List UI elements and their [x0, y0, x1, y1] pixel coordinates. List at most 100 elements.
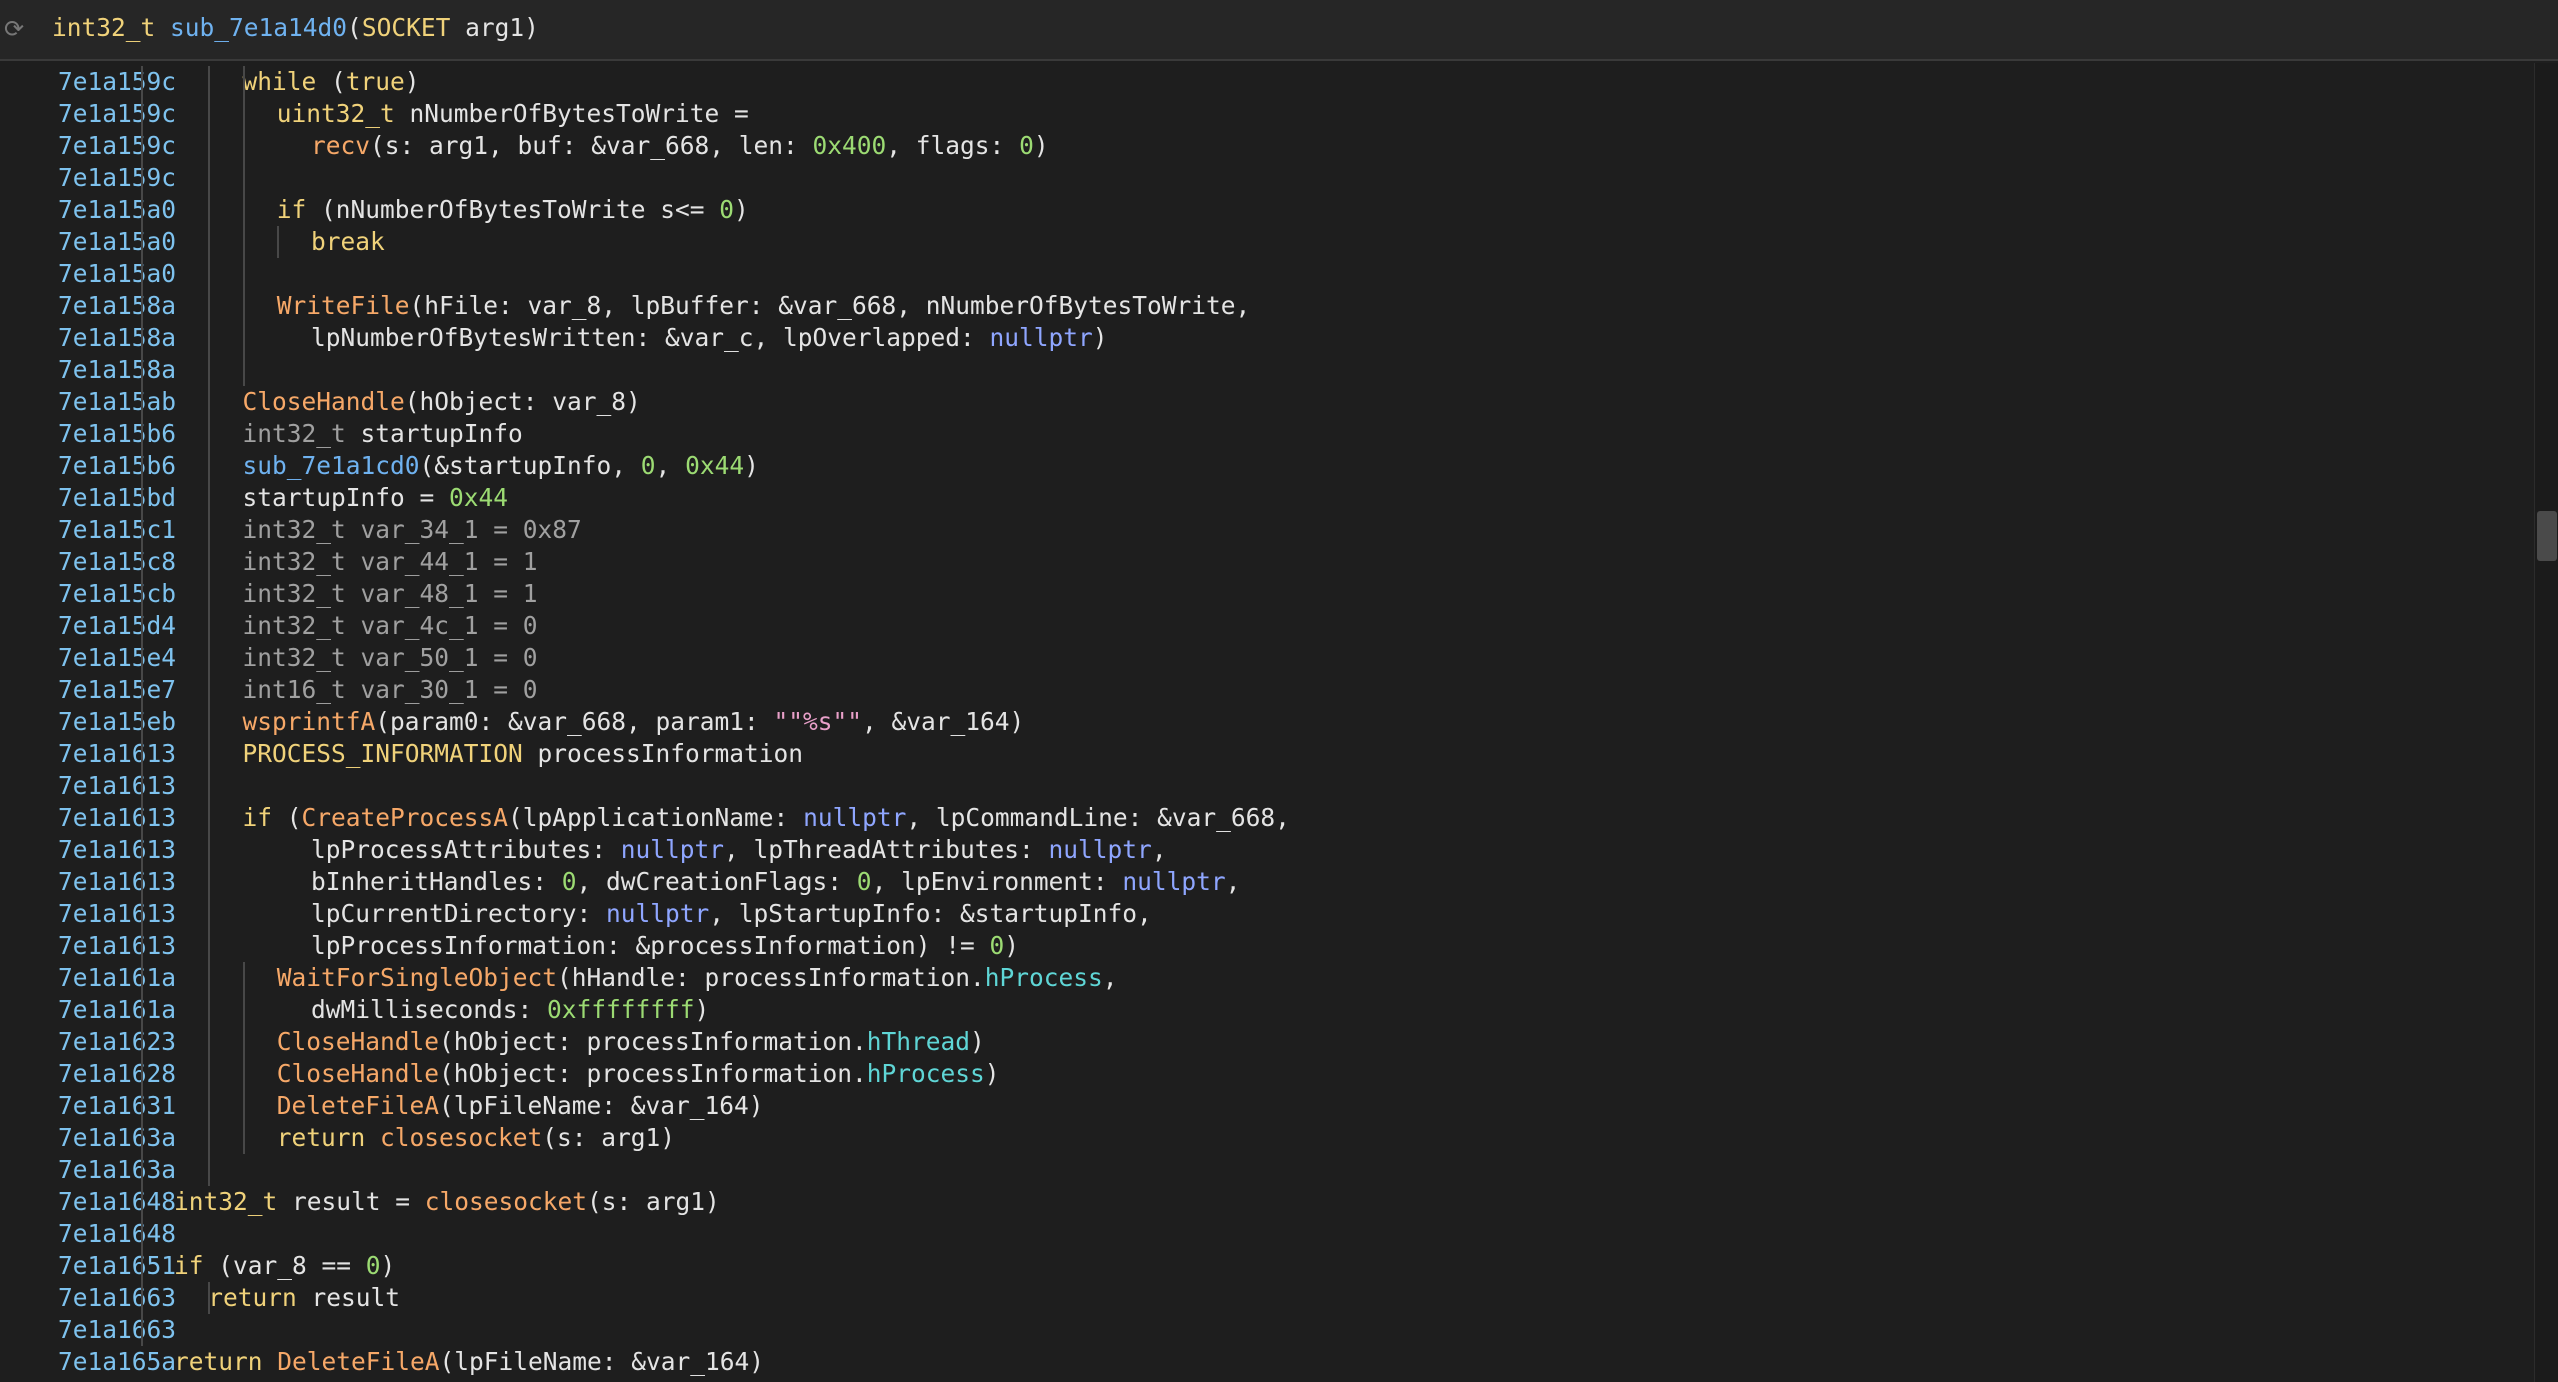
line-address[interactable]: 7e1a15a0: [58, 226, 176, 258]
code-line[interactable]: 7e1a158a WriteFile(hFile: var_8, lpBuffer…: [0, 290, 2534, 322]
code-line[interactable]: 7e1a159c: [0, 162, 2534, 194]
line-code[interactable]: int32_t var_34_1 = 0x87: [243, 514, 582, 546]
line-address[interactable]: 7e1a15e7: [58, 674, 176, 706]
line-address[interactable]: 7e1a1623: [58, 1026, 176, 1058]
line-code[interactable]: PROCESS_INFORMATION processInformation: [243, 738, 804, 770]
code-line[interactable]: 7e1a1613 if (CreateProcessA(lpApplication…: [0, 802, 2534, 834]
line-address[interactable]: 7e1a159c: [58, 162, 176, 194]
code-line[interactable]: 7e1a1613 bInheritHandles: 0, dwCreationFl…: [0, 866, 2534, 898]
code-line[interactable]: 7e1a15b6 int32_t startupInfo: [0, 418, 2534, 450]
line-address[interactable]: 7e1a15b6: [58, 418, 176, 450]
code-line[interactable]: 7e1a15bd startupInfo = 0x44: [0, 482, 2534, 514]
code-line[interactable]: 7e1a15c8 int32_t var_44_1 = 1: [0, 546, 2534, 578]
decompiled-code-view[interactable]: 7e1a159c while (true) 7e1a159c uint32_t nNu…: [0, 63, 2534, 1382]
function-signature[interactable]: int32_t sub_7e1a14d0(SOCKET arg1): [52, 10, 539, 46]
line-code[interactable]: while (true): [243, 66, 420, 98]
line-code[interactable]: int32_t var_4c_1 = 0: [243, 610, 538, 642]
line-code[interactable]: if (CreateProcessA(lpApplicationName: nu…: [243, 802, 1290, 834]
line-code[interactable]: break: [311, 226, 385, 258]
line-address[interactable]: 7e1a1648: [58, 1186, 176, 1218]
line-code[interactable]: CloseHandle(hObject: processInformation.…: [277, 1026, 985, 1058]
code-line[interactable]: 7e1a1613 lpCurrentDirectory: nullptr, lpS…: [0, 898, 2534, 930]
code-line[interactable]: 7e1a1628 CloseHandle(hObject: processInfo…: [0, 1058, 2534, 1090]
line-address[interactable]: 7e1a159c: [58, 98, 176, 130]
line-address[interactable]: 7e1a163a: [58, 1154, 176, 1186]
line-code[interactable]: startupInfo = 0x44: [243, 482, 509, 514]
line-code[interactable]: if (nNumberOfBytesToWrite s<= 0): [277, 194, 749, 226]
line-address[interactable]: 7e1a1613: [58, 898, 176, 930]
line-code[interactable]: int32_t result = closesocket(s: arg1): [174, 1186, 720, 1218]
line-code[interactable]: dwMilliseconds: 0xffffffff): [311, 994, 709, 1026]
code-line[interactable]: 7e1a15a0 break: [0, 226, 2534, 258]
code-line[interactable]: 7e1a1663: [0, 1314, 2534, 1346]
line-code[interactable]: int32_t var_50_1 = 0: [243, 642, 538, 674]
code-line[interactable]: 7e1a15cb int32_t var_48_1 = 1: [0, 578, 2534, 610]
code-line[interactable]: 7e1a1631 DeleteFileA(lpFileName: &var_164…: [0, 1090, 2534, 1122]
line-code[interactable]: return closesocket(s: arg1): [277, 1122, 675, 1154]
line-address[interactable]: 7e1a1651: [58, 1250, 176, 1282]
line-address[interactable]: 7e1a165a: [58, 1346, 176, 1378]
line-code[interactable]: DeleteFileA(lpFileName: &var_164): [277, 1090, 764, 1122]
code-line[interactable]: 7e1a1648 int32_t result = closesocket(s: …: [0, 1186, 2534, 1218]
line-address[interactable]: 7e1a1631: [58, 1090, 176, 1122]
code-line[interactable]: 7e1a15b6 sub_7e1a1cd0(&startupInfo, 0, 0x…: [0, 450, 2534, 482]
line-address[interactable]: 7e1a163a: [58, 1122, 176, 1154]
code-line[interactable]: 7e1a161a dwMilliseconds: 0xffffffff): [0, 994, 2534, 1026]
line-code[interactable]: sub_7e1a1cd0(&startupInfo, 0, 0x44): [243, 450, 759, 482]
line-address[interactable]: 7e1a1648: [58, 1218, 176, 1250]
line-address[interactable]: 7e1a159c: [58, 66, 176, 98]
line-address[interactable]: 7e1a1613: [58, 834, 176, 866]
code-line[interactable]: 7e1a15eb wsprintfA(param0: &var_668, para…: [0, 706, 2534, 738]
refresh-icon[interactable]: ⟳: [4, 14, 30, 44]
line-address[interactable]: 7e1a158a: [58, 290, 176, 322]
line-code[interactable]: int32_t startupInfo: [243, 418, 523, 450]
line-address[interactable]: 7e1a15d4: [58, 610, 176, 642]
line-code[interactable]: WriteFile(hFile: var_8, lpBuffer: &var_6…: [277, 290, 1251, 322]
line-code[interactable]: uint32_t nNumberOfBytesToWrite =: [277, 98, 749, 130]
code-line[interactable]: 7e1a15c1 int32_t var_34_1 = 0x87: [0, 514, 2534, 546]
code-line[interactable]: 7e1a15e7 int16_t var_30_1 = 0: [0, 674, 2534, 706]
line-address[interactable]: 7e1a158a: [58, 322, 176, 354]
code-line[interactable]: 7e1a159c while (true): [0, 66, 2534, 98]
line-address[interactable]: 7e1a161a: [58, 962, 176, 994]
line-address[interactable]: 7e1a1613: [58, 866, 176, 898]
line-address[interactable]: 7e1a158a: [58, 354, 176, 386]
code-line[interactable]: 7e1a1613 lpProcessAttributes: nullptr, lp…: [0, 834, 2534, 866]
line-address[interactable]: 7e1a1613: [58, 930, 176, 962]
code-line[interactable]: 7e1a158a lpNumberOfBytesWritten: &var_c, …: [0, 322, 2534, 354]
code-line[interactable]: 7e1a163a return closesocket(s: arg1): [0, 1122, 2534, 1154]
line-code[interactable]: wsprintfA(param0: &var_668, param1: ""%s…: [243, 706, 1025, 738]
code-line[interactable]: 7e1a1663 return result: [0, 1282, 2534, 1314]
code-line[interactable]: 7e1a15a0 if (nNumberOfBytesToWrite s<= 0): [0, 194, 2534, 226]
line-code[interactable]: lpCurrentDirectory: nullptr, lpStartupIn…: [311, 898, 1152, 930]
scrollbar-thumb[interactable]: [2537, 511, 2557, 561]
line-code[interactable]: lpProcessInformation: &processInformatio…: [311, 930, 1019, 962]
line-address[interactable]: 7e1a15ab: [58, 386, 176, 418]
line-code[interactable]: if (var_8 == 0): [174, 1250, 395, 1282]
code-line[interactable]: 7e1a1613 PROCESS_INFORMATION processInfor…: [0, 738, 2534, 770]
line-address[interactable]: 7e1a15eb: [58, 706, 176, 738]
line-code[interactable]: int32_t var_44_1 = 1: [243, 546, 538, 578]
code-line[interactable]: 7e1a165a return DeleteFileA(lpFileName: &…: [0, 1346, 2534, 1378]
line-code[interactable]: lpNumberOfBytesWritten: &var_c, lpOverla…: [311, 322, 1108, 354]
line-address[interactable]: 7e1a1613: [58, 802, 176, 834]
line-address[interactable]: 7e1a15c1: [58, 514, 176, 546]
line-code[interactable]: return DeleteFileA(lpFileName: &var_164): [174, 1346, 764, 1378]
line-code[interactable]: int32_t var_48_1 = 1: [243, 578, 538, 610]
code-line[interactable]: 7e1a15e4 int32_t var_50_1 = 0: [0, 642, 2534, 674]
code-line[interactable]: 7e1a1613 lpProcessInformation: &processIn…: [0, 930, 2534, 962]
line-code[interactable]: int16_t var_30_1 = 0: [243, 674, 538, 706]
code-line[interactable]: 7e1a1651 if (var_8 == 0): [0, 1250, 2534, 1282]
line-address[interactable]: 7e1a1663: [58, 1282, 176, 1314]
code-line[interactable]: 7e1a15ab CloseHandle(hObject: var_8): [0, 386, 2534, 418]
code-line[interactable]: 7e1a1623 CloseHandle(hObject: processInfo…: [0, 1026, 2534, 1058]
line-code[interactable]: return result: [208, 1282, 400, 1314]
line-code[interactable]: WaitForSingleObject(hHandle: processInfo…: [277, 962, 1118, 994]
line-code[interactable]: recv(s: arg1, buf: &var_668, len: 0x400,…: [311, 130, 1049, 162]
line-address[interactable]: 7e1a1663: [58, 1314, 176, 1346]
line-address[interactable]: 7e1a15a0: [58, 194, 176, 226]
line-address[interactable]: 7e1a1613: [58, 738, 176, 770]
line-code[interactable]: lpProcessAttributes: nullptr, lpThreadAt…: [311, 834, 1167, 866]
code-line[interactable]: 7e1a1613: [0, 770, 2534, 802]
line-address[interactable]: 7e1a15cb: [58, 578, 176, 610]
